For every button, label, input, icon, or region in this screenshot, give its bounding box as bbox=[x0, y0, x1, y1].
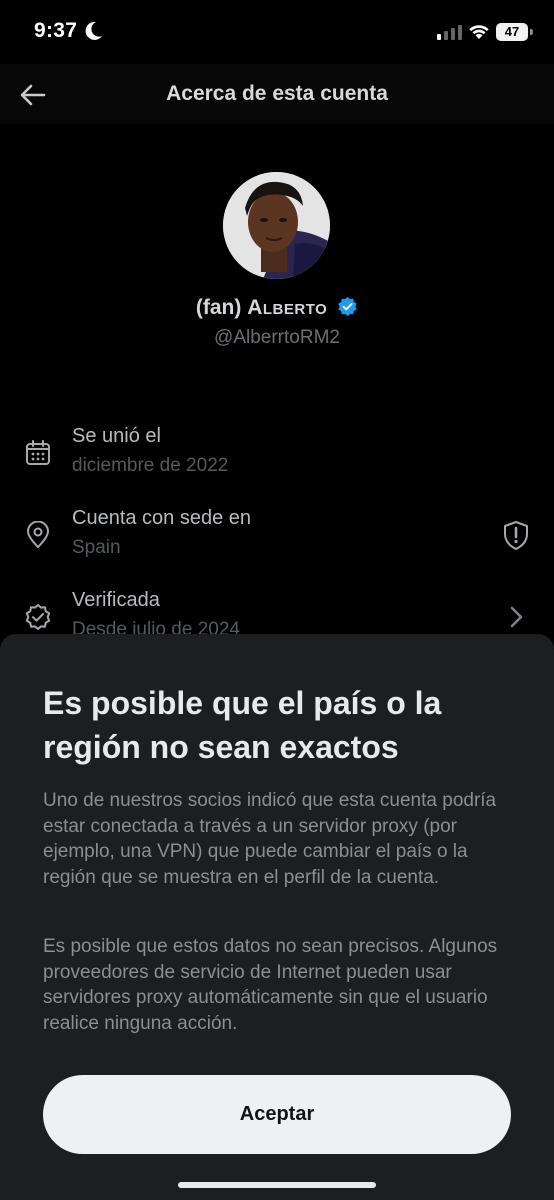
status-bar: 9:37 47 bbox=[0, 0, 554, 64]
display-name-main: Alberto bbox=[247, 296, 328, 319]
display-name: (fan) Alberto bbox=[0, 296, 554, 320]
bottom-sheet: Es posible que el país o la región no se… bbox=[0, 634, 554, 1200]
avatar-image bbox=[223, 172, 330, 279]
battery-tip bbox=[530, 29, 533, 35]
verified-badge-icon bbox=[25, 604, 51, 630]
battery-icon: 47 bbox=[496, 23, 528, 41]
info-row-location: Cuenta con sede en Spain bbox=[0, 507, 554, 577]
joined-date: diciembre de 2022 bbox=[72, 455, 229, 476]
avatar[interactable] bbox=[223, 172, 330, 279]
sheet-paragraph-2: Es posible que estos datos no sean preci… bbox=[43, 936, 498, 1034]
info-row-joined: Se unió el diciembre de 2022 bbox=[0, 425, 554, 495]
chevron-right-icon[interactable] bbox=[501, 601, 531, 633]
verified-badge-icon bbox=[338, 296, 357, 317]
page-title: Acerca de esta cuenta bbox=[166, 82, 388, 105]
shield-alert-icon[interactable] bbox=[501, 519, 531, 551]
cellular-signal-icon bbox=[437, 25, 462, 40]
moon-icon bbox=[85, 21, 102, 40]
location-value: Spain bbox=[72, 537, 121, 558]
verified-label: Verificada bbox=[72, 589, 160, 611]
accept-button[interactable]: Aceptar bbox=[43, 1075, 511, 1154]
wifi-icon bbox=[469, 25, 489, 39]
calendar-icon bbox=[26, 440, 50, 465]
sheet-paragraph-1: Uno de nuestros socios indicó que esta c… bbox=[43, 790, 497, 888]
status-time: 9:37 bbox=[34, 19, 78, 42]
location-pin-icon bbox=[27, 521, 49, 548]
location-label: Cuenta con sede en bbox=[72, 507, 252, 529]
home-indicator[interactable] bbox=[178, 1182, 376, 1188]
display-name-prefix: (fan) bbox=[195, 296, 248, 319]
user-handle: @AlberrtoRM2 bbox=[214, 327, 340, 348]
joined-label: Se unió el bbox=[72, 425, 161, 447]
sheet-title: Es posible que el país o la región no se… bbox=[43, 685, 442, 765]
header: Acerca de esta cuenta bbox=[0, 64, 554, 124]
